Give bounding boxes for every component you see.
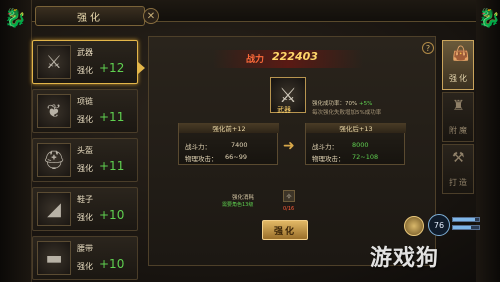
equip-name: 武器: [77, 48, 93, 57]
before-stats: 强化前+12 战斗力： 7400 物理攻击： 66~99: [178, 123, 279, 165]
forge-icon: ⚒: [452, 150, 465, 166]
after-power-value: 8000: [352, 141, 369, 149]
after-attack-value: 72~108: [352, 153, 379, 161]
player-bars: [452, 214, 480, 236]
after-attack-label: 物理攻击：: [312, 155, 345, 163]
equip-name: 头盔: [77, 146, 93, 155]
skill-orb-icon[interactable]: [404, 216, 424, 236]
success-rate-bonus: +5%: [358, 101, 373, 107]
equip-item-necklace[interactable]: ❦ 项链 强化 +11: [32, 89, 138, 133]
before-attack-label: 物理攻击：: [185, 155, 218, 163]
hp-bar-fill: [453, 218, 476, 221]
before-power-value: 7400: [231, 141, 248, 149]
equip-level-label: 强化: [77, 66, 93, 75]
selected-arrow-icon: [138, 62, 145, 74]
weapon-tag: 武器: [277, 106, 291, 114]
after-stats: 强化后+13 战斗力： 8000 物理攻击： 72~108: [305, 123, 406, 165]
game-screen: 🐉 🐉 强化 ✕ ⚔ 武器 强化 +12 ❦ 项链 强化 +11 ⛑ 头盔 强化…: [0, 0, 500, 282]
function-tabs: 👜 强化 ♜ 附魔 ⚒ 打造: [442, 40, 474, 200]
right-dragon-frame: 🐉: [476, 0, 500, 282]
equip-level: +11: [99, 159, 125, 173]
strengthen-button[interactable]: 强化: [262, 220, 308, 240]
equip-level-label: 强化: [77, 213, 93, 222]
before-power-label: 战斗力：: [185, 143, 211, 151]
after-power-label: 战斗力：: [312, 143, 338, 151]
equipment-list: ⚔ 武器 强化 +12 ❦ 项链 强化 +11 ⛑ 头盔 强化 +11 ◢ 鞋子…: [32, 40, 138, 282]
equip-name: 项链: [77, 97, 93, 106]
power-value: 222403: [272, 50, 318, 63]
equip-level: +11: [99, 110, 125, 124]
tab-enchant[interactable]: ♜ 附魔: [442, 92, 474, 142]
upgrade-arrow-icon: ➜: [283, 138, 295, 154]
success-rate-text: 强化成功率：70%: [312, 101, 358, 107]
left-dragon-frame: 🐉: [0, 0, 32, 282]
player-level[interactable]: 76: [428, 214, 450, 236]
site-watermark: 游戏狗: [370, 246, 440, 271]
equip-level-label: 强化: [77, 115, 93, 124]
mp-bar-fill: [453, 226, 472, 229]
cost-label: 强化消耗: [232, 195, 255, 201]
bag-icon: 👜: [452, 46, 470, 62]
before-attack-value: 66~99: [225, 153, 247, 161]
equip-level: +12: [99, 61, 125, 75]
close-button[interactable]: ✕: [143, 8, 159, 24]
equip-item-weapon[interactable]: ⚔ 武器 强化 +12: [32, 40, 138, 84]
equip-item-helmet[interactable]: ⛑ 头盔 强化 +11: [32, 138, 138, 182]
equip-level: +10: [99, 257, 125, 271]
boots-icon: ◢: [37, 192, 71, 226]
cost-requirement: 需要角色13级: [222, 202, 254, 208]
equip-level: +10: [99, 208, 125, 222]
after-header: 强化后+13: [306, 123, 406, 133]
belt-icon: ▬: [37, 241, 71, 275]
helmet-icon: ⛑: [37, 143, 71, 177]
before-header: 强化前+12: [179, 123, 279, 133]
equip-item-belt[interactable]: ▬ 腰带 强化 +10: [32, 236, 138, 280]
equip-item-boots[interactable]: ◢ 鞋子 强化 +10: [32, 187, 138, 231]
success-rate: 强化成功率：70% +5%: [312, 99, 372, 107]
enchant-icon: ♜: [452, 98, 465, 114]
equip-name: 腰带: [77, 244, 93, 253]
material-count: 0/16: [283, 206, 295, 212]
tab-label: 强化: [449, 74, 469, 83]
tab-strengthen[interactable]: 👜 强化: [442, 40, 474, 90]
tab-forge[interactable]: ⚒ 打造: [442, 144, 474, 194]
failure-bonus-note: 每次强化失败增加5%成功率: [312, 110, 382, 116]
hp-bar: [452, 217, 480, 222]
necklace-icon: ❦: [37, 94, 71, 128]
help-button[interactable]: ?: [422, 42, 434, 54]
equip-level-label: 强化: [77, 164, 93, 173]
material-icon[interactable]: ✧: [283, 190, 295, 202]
dragon-tail-icon: 🐉: [478, 8, 500, 29]
mp-bar: [452, 225, 480, 230]
tab-label: 附魔: [449, 126, 469, 135]
power-label: 战力: [246, 55, 265, 65]
sword-icon: ⚔: [37, 45, 71, 79]
dragon-head-icon: 🐉: [4, 8, 27, 29]
equip-level-label: 强化: [77, 262, 93, 271]
window-title: 强化: [35, 6, 145, 26]
equip-name: 鞋子: [77, 195, 93, 204]
tab-label: 打造: [449, 178, 469, 187]
